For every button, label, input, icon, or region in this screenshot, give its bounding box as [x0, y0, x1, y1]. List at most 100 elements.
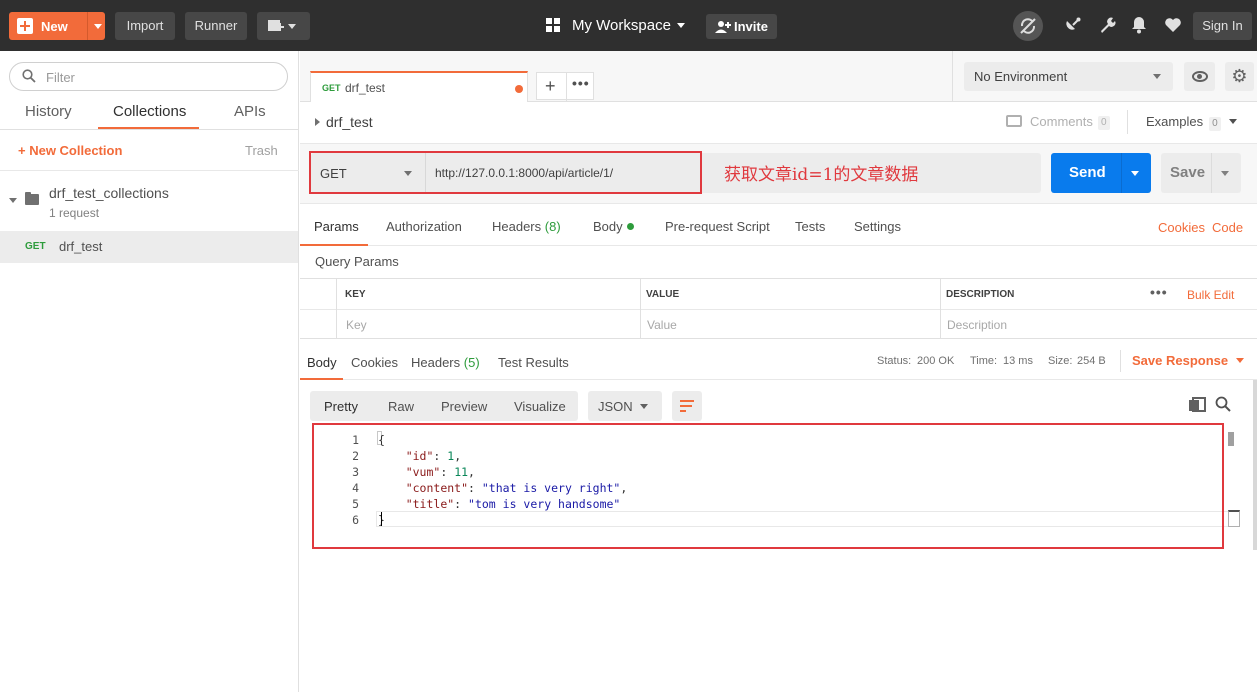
examples-button[interactable]: Examples 0 — [1146, 114, 1237, 131]
tab-settings[interactable]: Settings — [854, 219, 901, 234]
new-button-divider — [87, 12, 88, 40]
size-label: Size: — [1048, 355, 1073, 367]
app-header: New Import Runner My Workspace Invite Si… — [0, 0, 1257, 51]
runner-button[interactable]: Runner — [185, 12, 247, 40]
scrollbar-thumb[interactable] — [1228, 432, 1234, 446]
tab-body-label: Body — [593, 219, 623, 234]
tab-response-body[interactable]: Body — [307, 355, 337, 370]
tab-response-cookies[interactable]: Cookies — [351, 355, 398, 370]
heart-icon[interactable] — [1162, 14, 1184, 36]
search-icon[interactable] — [1215, 396, 1231, 412]
description-input[interactable]: Description — [947, 318, 1007, 332]
tab-test-results[interactable]: Test Results — [498, 355, 569, 370]
sign-in-button[interactable]: Sign In — [1193, 12, 1252, 40]
examples-count: 0 — [1209, 117, 1221, 131]
filter-box[interactable] — [9, 62, 288, 91]
filter-input[interactable] — [46, 68, 276, 86]
request-item[interactable]: GET drf_test — [0, 231, 298, 263]
tab-body[interactable]: Body — [593, 219, 634, 234]
plus-icon[interactable]: + — [545, 76, 556, 97]
trash-link[interactable]: Trash — [245, 143, 278, 158]
copy-icon[interactable] — [1189, 397, 1206, 412]
save-response-button[interactable]: Save Response — [1132, 353, 1245, 368]
chevron-down-icon — [1236, 358, 1245, 363]
code-link[interactable]: Code — [1212, 220, 1243, 235]
tab-response-headers[interactable]: Headers (5) — [411, 355, 480, 370]
time-value[interactable]: 13 ms — [1003, 355, 1033, 367]
active-tab-indicator — [300, 378, 343, 380]
bell-icon[interactable] — [1128, 14, 1150, 36]
value-input[interactable]: Value — [647, 318, 677, 332]
request-name: drf_test — [59, 239, 103, 254]
sync-off-icon[interactable] — [1013, 11, 1043, 41]
save-label: Save — [1170, 164, 1206, 181]
language-selected: JSON — [598, 399, 633, 414]
format-preview[interactable]: Preview — [441, 399, 487, 414]
response-headers-count: (5) — [463, 355, 480, 370]
chevron-down-icon[interactable] — [1221, 171, 1229, 176]
time-label: Time: — [970, 355, 998, 367]
divider — [300, 309, 1257, 310]
chevron-down-icon — [1228, 119, 1237, 124]
format-tabs: Pretty Raw Preview Visualize — [310, 391, 578, 421]
query-params-table: KEY VALUE DESCRIPTION ••• Bulk Edit Key … — [300, 278, 1257, 339]
divider — [1120, 350, 1121, 372]
eye-icon[interactable] — [1184, 62, 1215, 91]
format-visualize[interactable]: Visualize — [514, 399, 566, 414]
tab-collections[interactable]: Collections — [113, 103, 186, 120]
add-window-icon — [268, 20, 296, 31]
active-tab-indicator — [300, 244, 368, 246]
divider — [566, 73, 567, 101]
status-value[interactable]: 200 OK — [917, 355, 954, 367]
format-raw[interactable]: Raw — [388, 399, 414, 414]
new-button[interactable]: New — [9, 12, 105, 40]
tab-headers[interactable]: Headers (8) — [492, 219, 561, 234]
chevron-down-icon[interactable] — [1131, 171, 1139, 176]
status-dot-icon — [626, 223, 634, 230]
status-label: Status: — [877, 355, 912, 367]
request-tabs-bar: GET drf_test + ••• — [300, 51, 952, 102]
environment-selected: No Environment — [974, 69, 1068, 84]
unsaved-dot-icon[interactable] — [515, 85, 523, 93]
tab-history[interactable]: History — [25, 103, 72, 120]
gear-icon[interactable]: ⚙ — [1225, 62, 1254, 91]
save-button[interactable]: Save — [1161, 153, 1241, 193]
breadcrumb[interactable]: drf_test — [315, 114, 373, 130]
tab-tests[interactable]: Tests — [795, 219, 825, 234]
comment-icon — [1006, 115, 1022, 127]
folder-icon — [25, 192, 39, 205]
new-window-button[interactable] — [257, 12, 310, 40]
tab-authorization[interactable]: Authorization — [386, 219, 462, 234]
invite-button[interactable]: Invite — [706, 14, 777, 39]
environment-select[interactable]: No Environment — [964, 62, 1173, 91]
send-button[interactable]: Send — [1051, 153, 1151, 193]
new-collection-button[interactable]: + New Collection — [18, 143, 122, 158]
divider — [336, 279, 337, 339]
chevron-down-icon[interactable] — [94, 24, 102, 29]
request-tab[interactable]: GET drf_test — [310, 71, 528, 102]
tab-params[interactable]: Params — [314, 219, 359, 234]
wrench-icon[interactable] — [1097, 14, 1119, 36]
send-label: Send — [1069, 164, 1106, 181]
request-tab-name: drf_test — [345, 81, 386, 95]
chevron-down-icon[interactable] — [9, 198, 17, 203]
invite-label: Invite — [734, 19, 768, 34]
size-value[interactable]: 254 B — [1077, 355, 1106, 367]
tab-pre-request-script[interactable]: Pre-request Script — [665, 219, 770, 234]
more-icon[interactable]: ••• — [572, 75, 590, 91]
collection-item[interactable]: drf_test_collections 1 request — [0, 179, 299, 227]
add-user-icon — [715, 21, 731, 33]
workspace-label: My Workspace — [572, 17, 671, 34]
query-params-title: Query Params — [315, 254, 399, 269]
format-pretty[interactable]: Pretty — [324, 399, 358, 414]
satellite-icon[interactable] — [1062, 14, 1084, 36]
more-icon[interactable]: ••• — [1150, 284, 1168, 300]
tab-apis[interactable]: APIs — [234, 103, 266, 120]
wrap-lines-icon[interactable] — [672, 391, 702, 421]
cookies-link[interactable]: Cookies — [1158, 220, 1205, 235]
bulk-edit-link[interactable]: Bulk Edit — [1187, 288, 1234, 302]
key-input[interactable]: Key — [346, 318, 367, 332]
import-button[interactable]: Import — [115, 12, 175, 40]
language-select[interactable]: JSON — [588, 391, 662, 421]
scrollbar[interactable] — [1253, 380, 1257, 550]
